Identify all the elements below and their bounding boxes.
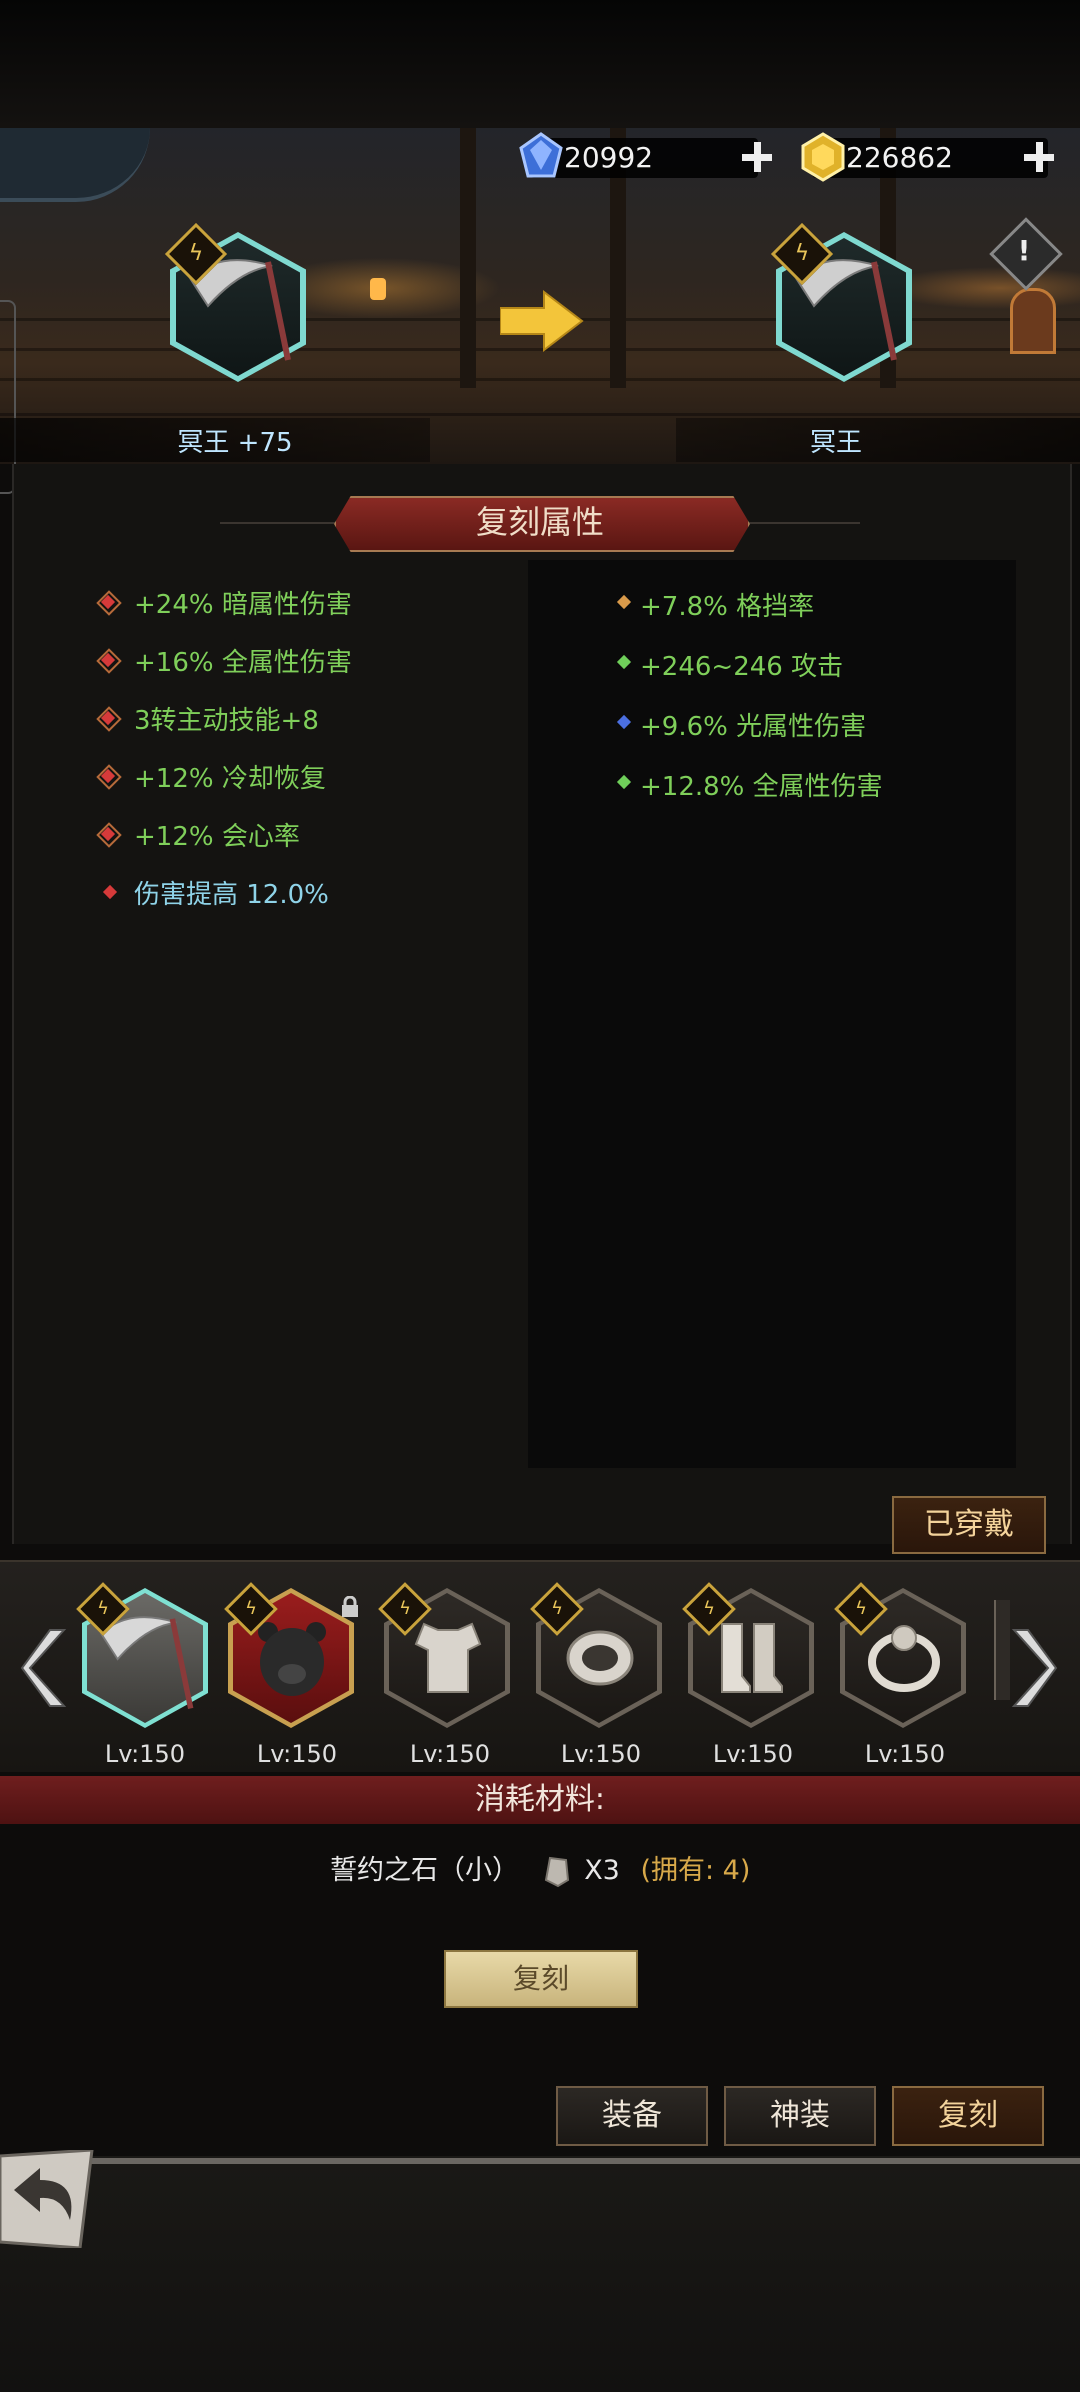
attribute-left-3: 3转主动技能+8 xyxy=(134,706,319,736)
green-diamond-icon xyxy=(614,772,634,792)
lock-icon xyxy=(340,1595,360,1618)
gem-amount: 20992 xyxy=(564,141,654,174)
top-status-bar xyxy=(0,0,1080,128)
attribute-left-5: +12% 会心率 xyxy=(134,822,300,852)
stone-icon xyxy=(544,1856,570,1888)
ground-edge xyxy=(0,2158,1080,2164)
red-ring-diamond-icon xyxy=(98,708,118,728)
red-ring-diamond-icon xyxy=(98,592,118,612)
blue-gem-icon xyxy=(518,132,564,182)
title-divider-right xyxy=(740,522,860,524)
equipment-level: Lv:150 xyxy=(560,1740,642,1768)
materials-title: 消耗材料: xyxy=(474,1782,606,1817)
scroll-right-arrow-icon[interactable] xyxy=(1010,1628,1058,1708)
add-gold-button[interactable] xyxy=(1022,140,1056,174)
material-row: 誓约之石（小） X3 (拥有: 4) xyxy=(330,1848,930,1888)
boots-icon xyxy=(721,1623,783,1693)
attribute-left-2: +16% 全属性伤害 xyxy=(134,648,352,678)
equipment-level: Lv:150 xyxy=(409,1740,491,1768)
title-divider-left xyxy=(220,522,340,524)
equipment-level: Lv:150 xyxy=(712,1740,794,1768)
target-weapon-name: 冥王 xyxy=(809,428,862,458)
material-name: 誓约之石（小） xyxy=(330,1855,519,1886)
attribute-right-column xyxy=(528,560,1016,1468)
ring-icon xyxy=(868,1625,940,1692)
attribute-left-1: +24% 暗属性伤害 xyxy=(134,590,352,620)
equipment-level: Lv:150 xyxy=(256,1740,338,1768)
equipment-level: Lv:150 xyxy=(864,1740,946,1768)
blue-diamond-icon xyxy=(614,712,634,732)
tab-equip[interactable]: 装备 xyxy=(556,2086,708,2146)
attribute-left-4: +12% 冷却恢复 xyxy=(134,764,326,794)
material-owned: (拥有: 4) xyxy=(640,1855,751,1886)
equipment-slot-partial xyxy=(994,1600,1010,1700)
upgrade-arrow-icon xyxy=(499,289,584,353)
attribute-right-2: +246~246 攻击 xyxy=(640,652,844,682)
bottom-ground xyxy=(0,2156,1080,2392)
attribute-left-6: 伤害提高 12.0% xyxy=(134,880,329,910)
belt-icon xyxy=(566,1630,634,1686)
red-ring-diamond-icon xyxy=(98,824,118,844)
source-weapon-name: 冥王 +75 xyxy=(177,428,293,458)
section-title: 复刻属性 xyxy=(475,503,604,541)
replicate-button[interactable]: 复刻 xyxy=(444,1950,638,2008)
equipment-level: Lv:150 xyxy=(104,1740,186,1768)
scroll-left-arrow-icon[interactable] xyxy=(20,1628,68,1708)
attribute-right-1: +7.8% 格挡率 xyxy=(640,592,815,622)
attribute-right-3: +9.6% 光属性伤害 xyxy=(640,712,867,742)
gold-coin-icon xyxy=(800,132,846,182)
add-gems-button[interactable] xyxy=(740,140,774,174)
back-button[interactable] xyxy=(0,2148,96,2250)
gold-amount: 226862 xyxy=(846,141,953,174)
tab-divine-equip[interactable]: 神装 xyxy=(724,2086,876,2146)
equipped-badge: 已穿戴 xyxy=(892,1496,1046,1554)
red-diamond-icon xyxy=(100,882,120,902)
orange-diamond-icon xyxy=(614,592,634,612)
red-ring-diamond-icon xyxy=(98,766,118,786)
warning-mark: ! xyxy=(1017,234,1031,267)
green-diamond-icon xyxy=(614,652,634,672)
red-ring-diamond-icon xyxy=(98,650,118,670)
material-quantity: X3 xyxy=(584,1855,620,1886)
attribute-right-4: +12.8% 全属性伤害 xyxy=(640,772,883,802)
bear-helmet-icon xyxy=(258,1622,326,1696)
armor-icon xyxy=(414,1622,482,1693)
back-arrow-icon xyxy=(0,2148,94,2250)
tab-replicate[interactable]: 复刻 xyxy=(892,2086,1044,2146)
